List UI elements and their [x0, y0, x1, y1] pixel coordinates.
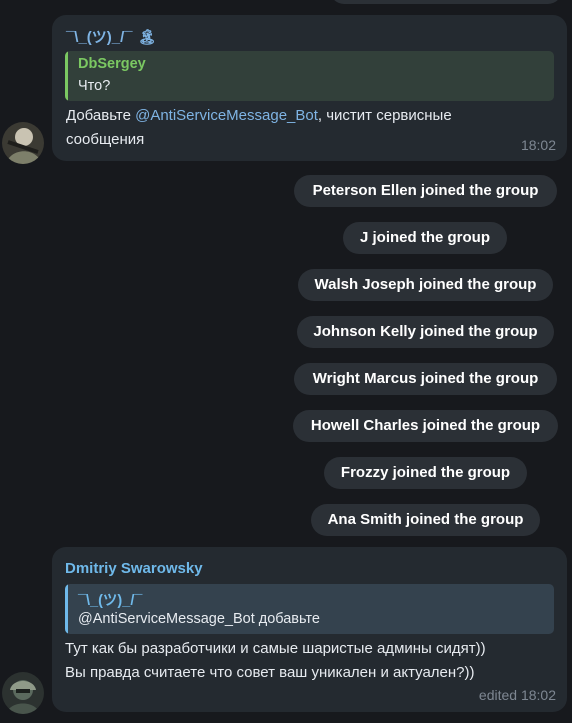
- service-message: Peterson Ellen joined the group: [294, 175, 557, 207]
- message-text-line2: Вы правда считаете что совет ваш уникале…: [65, 664, 475, 681]
- message-bubble[interactable]: Dmitriy Swarowsky ¯\_(ツ)_/¯ @AntiService…: [52, 547, 567, 712]
- message-text-before: Добавьте: [66, 107, 136, 124]
- avatar[interactable]: [2, 672, 44, 714]
- reply-quote-bar: [65, 51, 68, 101]
- message-text-line1: Тут как бы разработчики и самые шаристые…: [65, 640, 486, 657]
- message-text: Добавьте @AntiServiceMessage_Bot, чистит…: [66, 107, 452, 124]
- reply-text: Что?: [78, 78, 111, 94]
- palm-tree-icon: 🏝: [137, 29, 157, 46]
- sender-name[interactable]: ¯\_(ツ)_/¯: [66, 29, 133, 46]
- message-text-line2: сообщения: [66, 131, 145, 148]
- service-message: J joined the group: [343, 222, 507, 254]
- bot-mention-link[interactable]: @AntiServiceMessage_Bot: [135, 107, 318, 124]
- message-text-after: , чистит сервисные: [317, 107, 452, 124]
- reply-quote-bar: [65, 584, 68, 634]
- message-time: edited 18:02: [478, 687, 556, 703]
- reply-quote[interactable]: ¯\_(ツ)_/¯ @AntiServiceMessage_Bot добавь…: [65, 584, 554, 634]
- service-message: Johnson Kelly joined the group: [297, 316, 554, 348]
- service-message: Wright Marcus joined the group: [294, 363, 557, 395]
- service-message: Howell Charles joined the group: [293, 410, 558, 442]
- previous-message-bubble: [330, 0, 562, 4]
- reply-text: @AntiServiceMessage_Bot добавьте: [78, 611, 320, 627]
- service-message: Ana Smith joined the group: [311, 504, 540, 536]
- message-time: 18:02: [520, 137, 556, 153]
- message-sender[interactable]: ¯\_(ツ)_/¯ 🏝: [66, 26, 157, 47]
- reply-quote[interactable]: DbSergey Что?: [65, 51, 554, 101]
- service-message: Frozzy joined the group: [324, 457, 527, 489]
- reply-author: DbSergey: [78, 56, 146, 72]
- service-message: Walsh Joseph joined the group: [298, 269, 553, 301]
- message-bubble[interactable]: ¯\_(ツ)_/¯ 🏝 DbSergey Что? Добавьте @AntiS…: [52, 15, 567, 161]
- message-sender[interactable]: Dmitriy Swarowsky: [65, 560, 203, 577]
- reply-author: ¯\_(ツ)_/¯: [78, 593, 143, 609]
- avatar[interactable]: [2, 122, 44, 164]
